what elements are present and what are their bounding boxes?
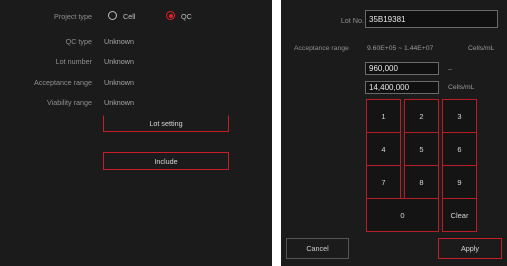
lot-no-label: Lot No.: [340, 16, 364, 25]
qc-radio-label[interactable]: QC: [181, 12, 192, 21]
viability-range-label: Viability range: [46, 98, 92, 107]
acceptance-range-label-dialog: Acceptance range: [294, 45, 349, 52]
lot-setting-dialog: Lot No. 35B19381 Acceptance range 9.60E+…: [281, 0, 507, 266]
acceptance-range-display: 9.60E+05 ~ 1.44E+07: [367, 45, 434, 52]
project-settings-panel: Project type Cell QC QC type Unknown Lot…: [0, 0, 272, 266]
qc-radio[interactable]: [166, 11, 175, 20]
clear-button[interactable]: Clear: [442, 198, 477, 232]
key-0[interactable]: 0: [366, 198, 439, 232]
cell-radio[interactable]: [108, 11, 117, 20]
key-9[interactable]: 9: [442, 165, 477, 199]
max-value-input[interactable]: 14,400,000: [365, 81, 439, 94]
cancel-button[interactable]: Cancel: [286, 238, 349, 259]
key-8[interactable]: 8: [404, 165, 439, 199]
key-5[interactable]: 5: [404, 132, 439, 166]
project-type-label: Project type: [54, 12, 92, 21]
qc-type-label: QC type: [65, 37, 92, 46]
key-1[interactable]: 1: [366, 99, 401, 133]
key-4[interactable]: 4: [366, 132, 401, 166]
viability-range-value: Unknown: [104, 98, 134, 107]
apply-button[interactable]: Apply: [438, 238, 502, 259]
qc-type-value: Unknown: [104, 37, 134, 46]
lot-number-label: Lot number: [55, 57, 92, 66]
range-separator: ~: [448, 65, 453, 74]
lot-setting-button[interactable]: Lot setting: [103, 115, 229, 132]
acceptance-range-unit: Cells/mL: [468, 45, 495, 52]
max-value-unit: Cells/mL: [448, 84, 475, 91]
cell-radio-label[interactable]: Cell: [123, 12, 135, 21]
min-value-input[interactable]: 960,000: [365, 62, 439, 75]
lot-number-value: Unknown: [104, 57, 134, 66]
include-button[interactable]: Include: [103, 152, 229, 170]
acceptance-range-label: Acceptance range: [34, 78, 92, 87]
key-3[interactable]: 3: [442, 99, 477, 133]
lot-no-input[interactable]: 35B19381: [365, 10, 498, 28]
key-7[interactable]: 7: [366, 165, 401, 199]
key-6[interactable]: 6: [442, 132, 477, 166]
acceptance-range-value: Unknown: [104, 78, 134, 87]
key-2[interactable]: 2: [404, 99, 439, 133]
